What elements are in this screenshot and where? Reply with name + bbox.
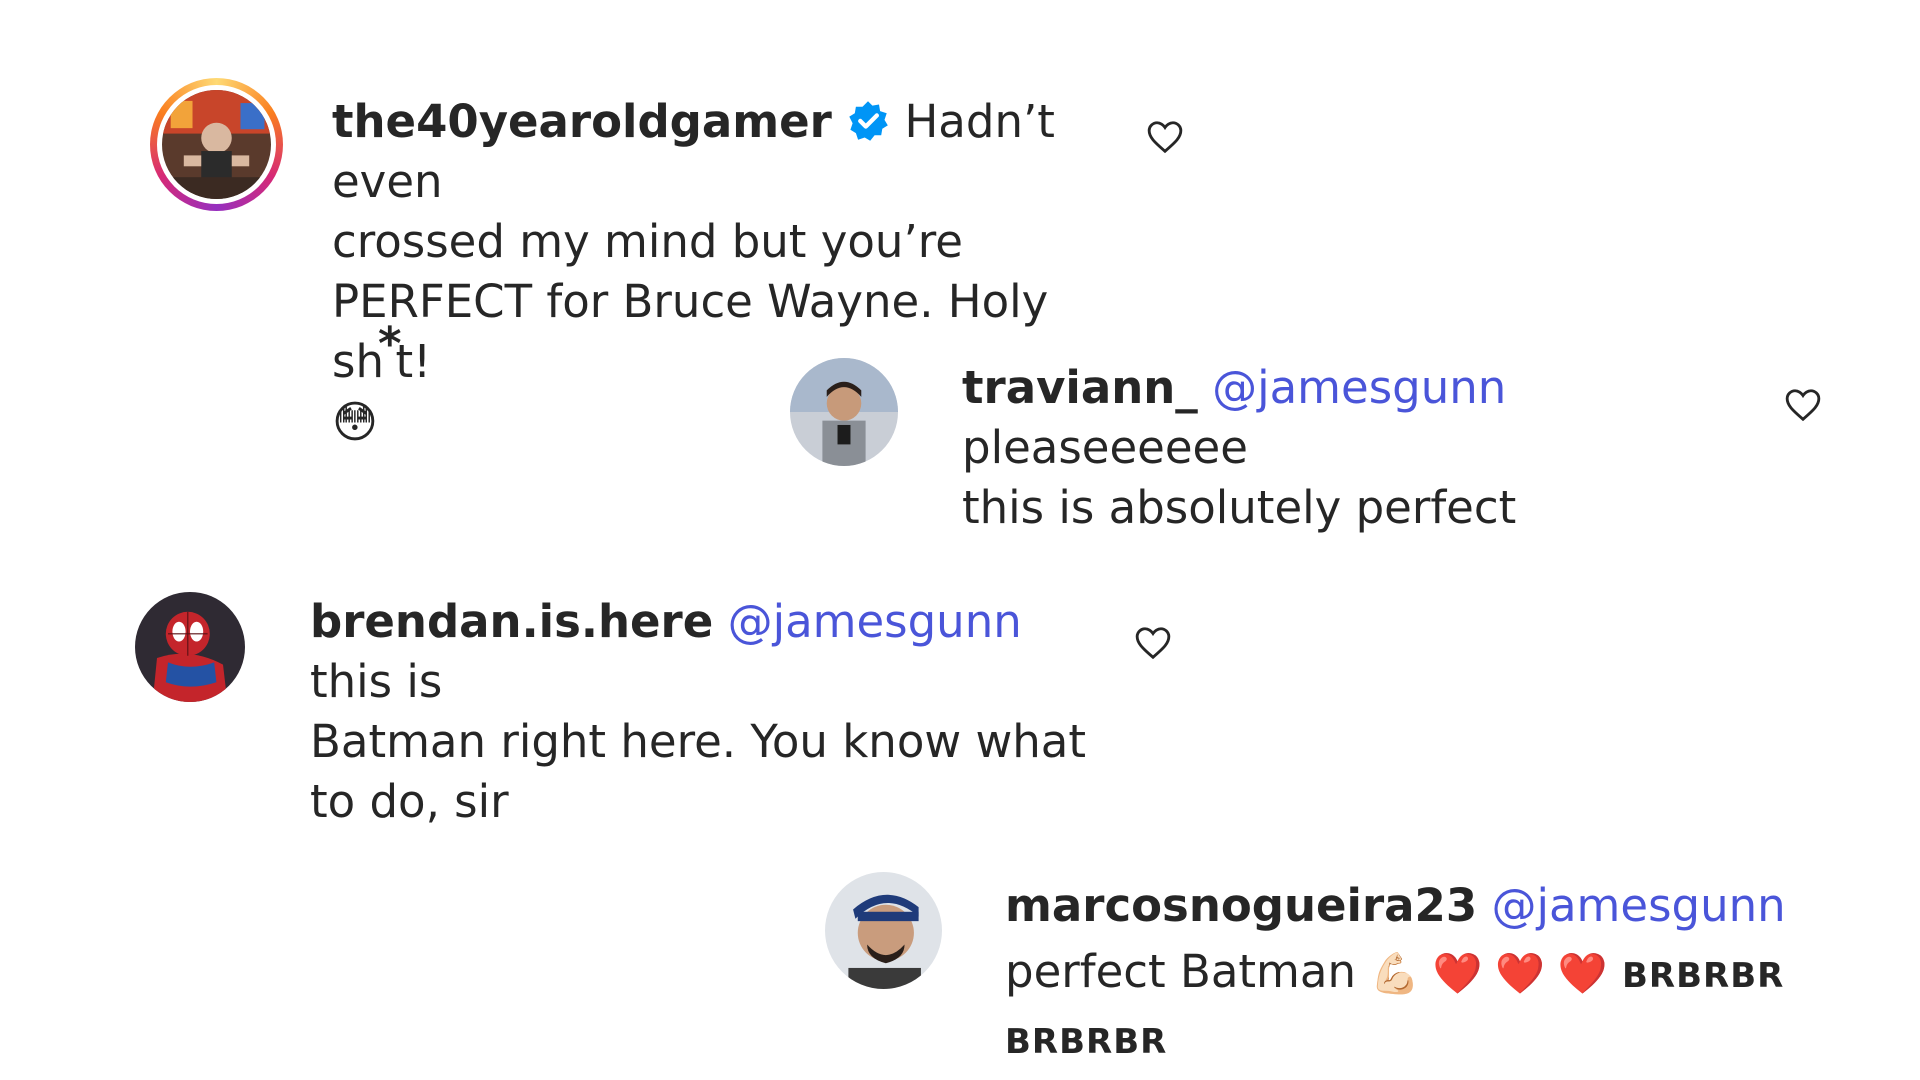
mention-link[interactable]: @jamesgunn: [728, 595, 1022, 648]
comment-text-line: this is absolutely perfect: [962, 481, 1517, 534]
gamer-avatar-icon: [162, 90, 271, 199]
flexed-biceps-and-hearts-emoji-icon: 💪🏻 ❤️ ❤️ ❤️: [1370, 951, 1608, 997]
comment-text: traviann_ @jamesgunn pleaseeeeee this is…: [962, 358, 1742, 538]
mention-link[interactable]: @jamesgunn: [1212, 361, 1506, 414]
username[interactable]: brendan.is.here: [310, 595, 713, 648]
flushed-face-emoji-icon: 😳: [332, 397, 378, 448]
comment-text-line: PERFECT for Bruce Wayne. Holy sh: [332, 275, 1049, 388]
comment-text-line: pleaseeeeee: [962, 421, 1248, 474]
comment-text-line: Batman right here. You know what: [310, 715, 1087, 768]
like-heart-icon[interactable]: [1146, 118, 1184, 156]
avatar[interactable]: [135, 592, 245, 702]
username[interactable]: traviann_: [962, 361, 1198, 414]
like-heart-icon[interactable]: [1134, 624, 1172, 662]
avatar[interactable]: [162, 90, 271, 199]
comment-text-line: crossed my mind but you’re: [332, 215, 963, 268]
spiderman-avatar-icon: [135, 592, 245, 702]
username[interactable]: marcosnogueira23: [1005, 879, 1477, 932]
comment-text-line: perfect Batman: [1005, 945, 1356, 998]
marcos-avatar-icon: [825, 872, 942, 989]
comment-text: brendan.is.here @jamesgunn this is Batma…: [310, 592, 1110, 832]
avatar[interactable]: [790, 358, 898, 466]
verified-badge-icon: [846, 98, 890, 142]
comment-text-line: this is: [310, 655, 443, 708]
avatar[interactable]: [825, 872, 942, 989]
censor-asterisk: *: [377, 317, 402, 370]
username[interactable]: the40yearoldgamer: [332, 95, 832, 148]
brbrbr-text: BRBRBR: [1005, 1022, 1168, 1062]
mention-link[interactable]: @jamesgunn: [1491, 879, 1785, 932]
brbrbr-text: BRBRBR: [1622, 956, 1785, 996]
traviann-avatar-icon: [790, 358, 898, 466]
like-heart-icon[interactable]: [1784, 386, 1822, 424]
comment-text: marcosnogueira23 @jamesgunn perfect Batm…: [1005, 876, 1865, 1073]
comment-text-line: to do, sir: [310, 775, 509, 828]
